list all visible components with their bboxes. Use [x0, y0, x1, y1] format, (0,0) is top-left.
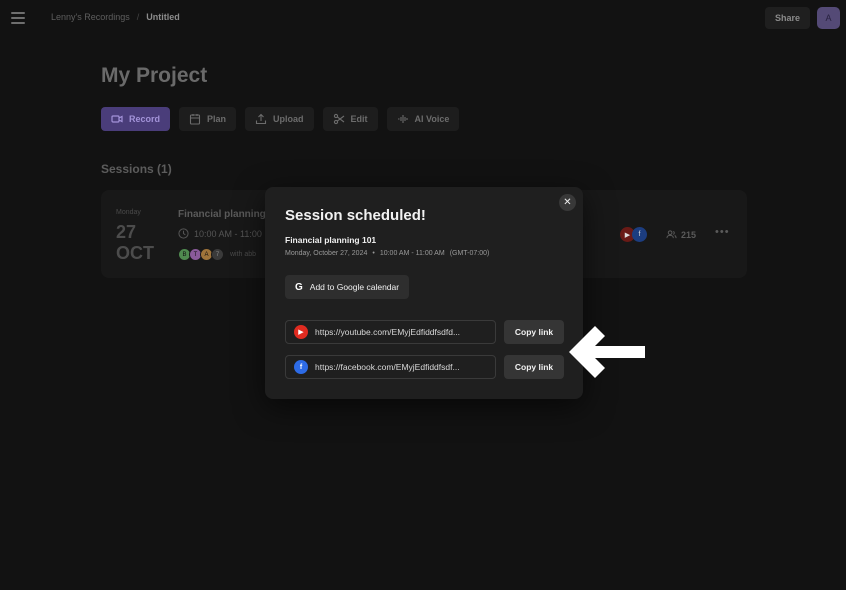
- more-options-icon[interactable]: •••: [715, 226, 730, 238]
- copy-facebook-link-button[interactable]: Copy link: [504, 355, 564, 379]
- youtube-icon: ▶: [294, 325, 308, 339]
- session-day: Monday: [116, 209, 141, 216]
- action-toolbar: Record Plan Upload Edit AI Voice: [101, 107, 460, 131]
- sessions-heading: Sessions (1): [101, 162, 172, 176]
- viewer-count-label: 215: [681, 229, 697, 240]
- scissors-icon: [333, 113, 344, 125]
- session-time: 10:00 AM - 11:00: [178, 228, 262, 239]
- share-button[interactable]: Share: [765, 7, 810, 29]
- facebook-url: https://facebook.com/EMyjEdfiddfsdf...: [315, 362, 460, 372]
- session-time-label: 10:00 AM - 11:00: [194, 228, 262, 239]
- modal-title: Session scheduled!: [285, 207, 426, 224]
- breadcrumb-separator: /: [136, 12, 140, 22]
- event-time: 10:00 AM - 11:00 AM: [379, 250, 445, 257]
- facebook-icon: f: [294, 360, 308, 374]
- record-button[interactable]: Record: [101, 107, 171, 131]
- upload-label: Upload: [273, 114, 304, 124]
- event-datetime: Monday, October 27, 2024 • 10:00 AM - 11…: [285, 250, 489, 257]
- ai-voice-button[interactable]: AI Voice: [386, 107, 460, 131]
- add-to-google-calendar-button[interactable]: G Add to Google calendar: [285, 275, 410, 299]
- session-viewer-count: 215: [666, 229, 696, 240]
- ai-voice-icon: [397, 115, 408, 123]
- edit-button[interactable]: Edit: [322, 107, 378, 131]
- event-timezone: (GMT-07:00): [449, 250, 490, 257]
- plan-button[interactable]: Plan: [179, 107, 237, 131]
- facebook-link-row: f https://facebook.com/EMyjEdfiddfsdf...…: [285, 355, 564, 379]
- participant-count: 7: [211, 248, 224, 261]
- facebook-icon: f: [632, 227, 647, 242]
- youtube-url: https://youtube.com/EMyjEdfiddfsdfd...: [315, 327, 461, 337]
- users-icon: [666, 230, 677, 239]
- plan-label: Plan: [207, 114, 227, 124]
- breadcrumb-current[interactable]: Untitled: [146, 12, 180, 22]
- hamburger-menu-icon[interactable]: [11, 12, 25, 24]
- event-date: Monday, October 27, 2024: [285, 250, 368, 257]
- top-bar: Lenny's Recordings / Untitled Share A: [0, 0, 846, 36]
- left-arrow-icon: [569, 326, 645, 378]
- record-icon: [111, 115, 123, 123]
- breadcrumb-root[interactable]: Lenny's Recordings: [51, 12, 130, 22]
- session-date: 27: [116, 222, 137, 242]
- youtube-link-field[interactable]: ▶ https://youtube.com/EMyjEdfiddfsdfd...: [285, 320, 496, 344]
- google-icon: G: [295, 281, 303, 293]
- facebook-link-field[interactable]: f https://facebook.com/EMyjEdfiddfsdf...: [285, 355, 496, 379]
- event-name: Financial planning 101: [285, 235, 377, 245]
- youtube-link-row: ▶ https://youtube.com/EMyjEdfiddfsdfd...…: [285, 320, 564, 344]
- session-participants: B T A 7 with abb: [178, 248, 256, 261]
- session-platforms: ▶ f: [620, 227, 647, 242]
- breadcrumb: Lenny's Recordings / Untitled: [51, 12, 180, 22]
- upload-button[interactable]: Upload: [245, 107, 314, 131]
- session-title: Financial planning: [178, 209, 266, 220]
- upload-icon: [255, 113, 267, 125]
- session-with-text: with abb: [230, 251, 257, 258]
- edit-label: Edit: [350, 114, 368, 124]
- session-month: OCT: [116, 243, 154, 263]
- close-button[interactable]: ✕: [559, 194, 576, 211]
- gcal-label: Add to Google calendar: [309, 282, 400, 292]
- page-title: My Project: [101, 64, 208, 87]
- copy-youtube-link-button[interactable]: Copy link: [504, 320, 564, 344]
- event-bullet: •: [372, 250, 375, 257]
- clock-icon: [178, 228, 189, 239]
- ai-voice-label: AI Voice: [414, 114, 450, 124]
- calendar-icon: [189, 114, 201, 125]
- user-avatar[interactable]: A: [817, 7, 840, 29]
- record-label: Record: [129, 114, 161, 124]
- session-scheduled-modal: ✕ Session scheduled! Financial planning …: [265, 187, 583, 399]
